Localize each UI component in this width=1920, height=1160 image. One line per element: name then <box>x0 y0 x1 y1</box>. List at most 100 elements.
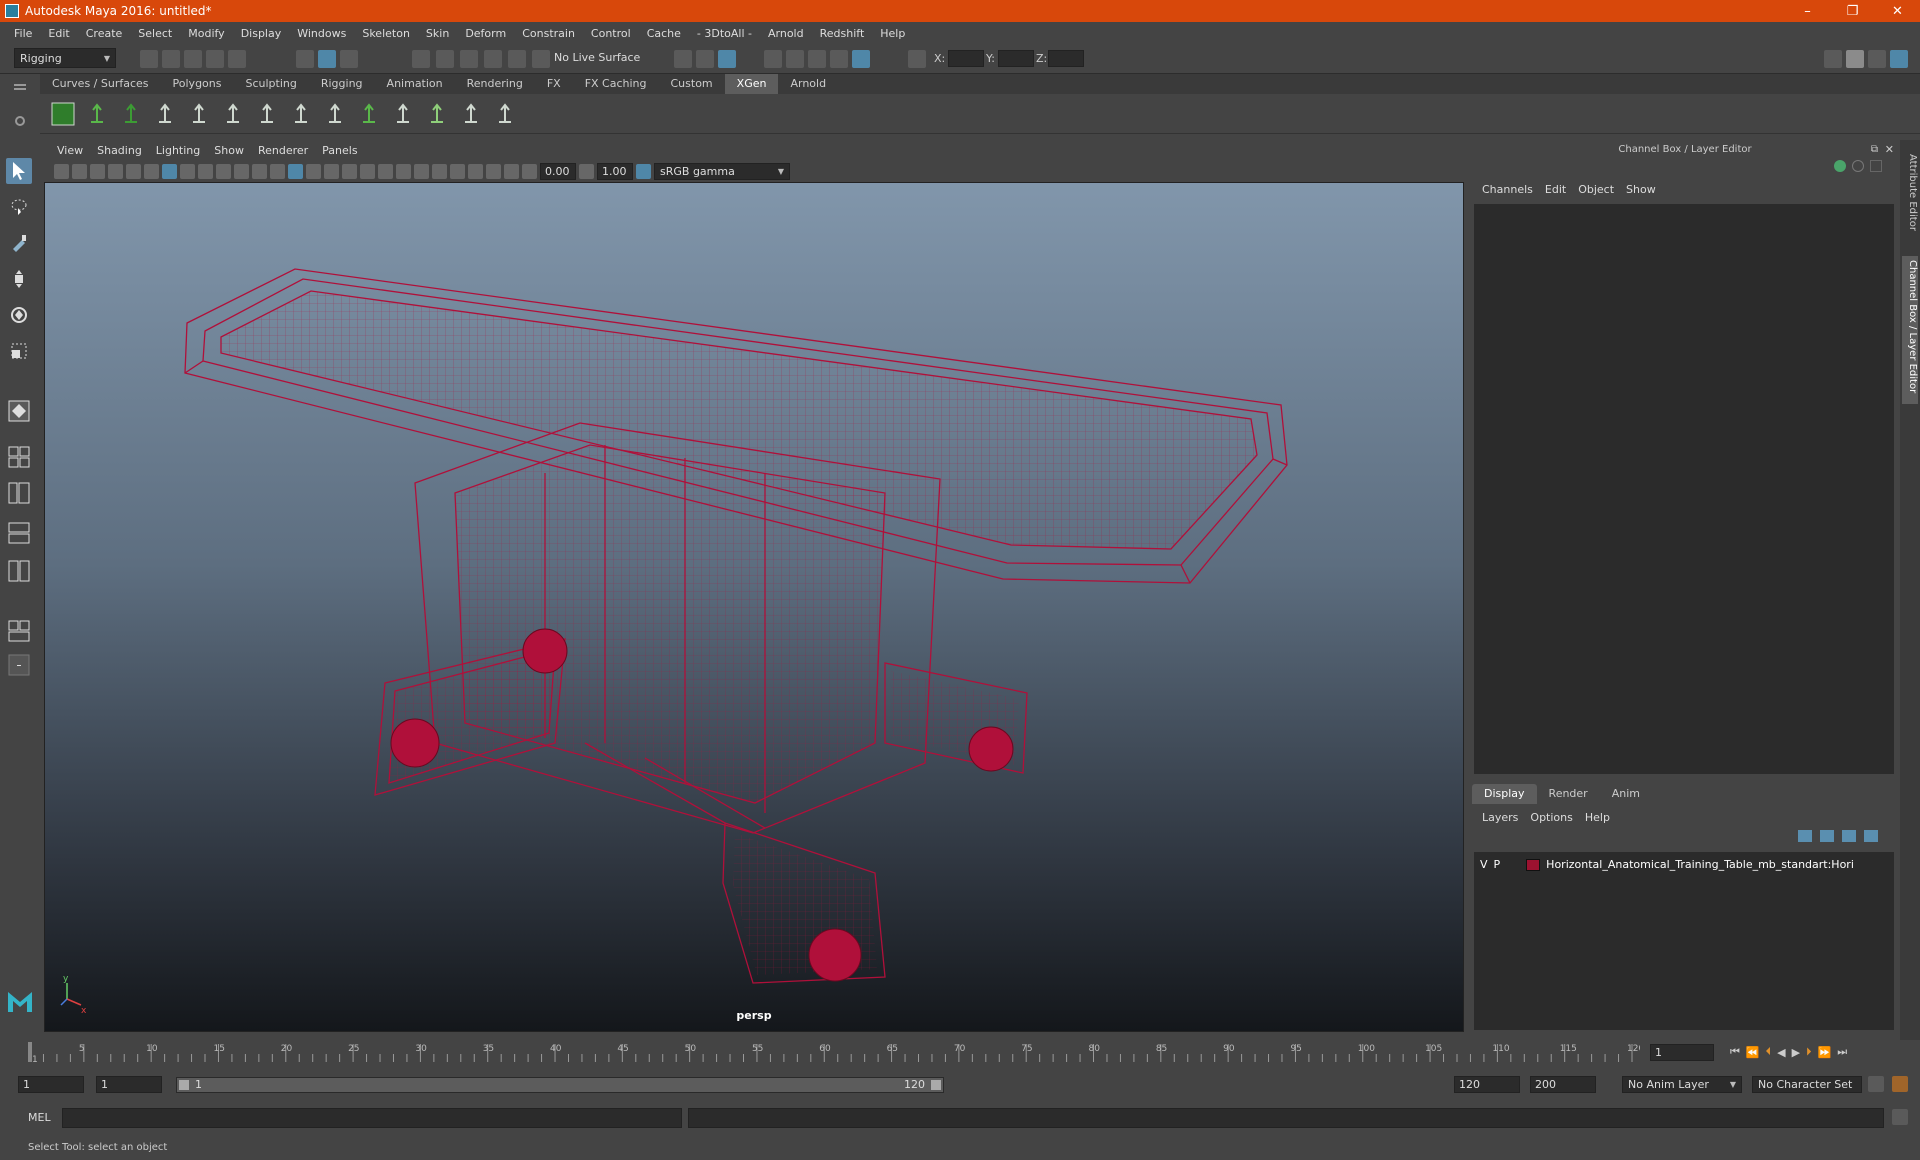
play-forwards-icon[interactable]: ▶ <box>1792 1046 1800 1059</box>
snap-point-icon[interactable] <box>460 50 478 68</box>
viewport-menu-renderer[interactable]: Renderer <box>251 144 315 157</box>
restore-button[interactable]: ❐ <box>1830 4 1875 19</box>
play-backwards-icon[interactable]: ◀ <box>1777 1046 1785 1059</box>
hud-icon[interactable] <box>486 163 501 179</box>
shelf-tab-fx-caching[interactable]: FX Caching <box>573 74 659 94</box>
select-tool[interactable] <box>6 158 32 184</box>
render-settings-icon[interactable] <box>830 50 848 68</box>
exposure-field[interactable]: 0.00 <box>540 162 576 180</box>
menu-deform[interactable]: Deform <box>457 27 514 40</box>
menu-display[interactable]: Display <box>233 27 290 40</box>
grease-pencil-icon[interactable] <box>144 163 159 179</box>
output-ops-icon[interactable] <box>696 50 714 68</box>
range-slider[interactable]: 1 120 <box>176 1077 944 1093</box>
paint-select-tool[interactable] <box>6 230 32 256</box>
go-to-end-icon[interactable]: ⏭ <box>1837 1045 1847 1059</box>
scale-tool[interactable] <box>6 338 32 364</box>
snap-curve-icon[interactable] <box>436 50 454 68</box>
shelf-tab-sculpting[interactable]: Sculpting <box>233 74 308 94</box>
snap-vertex-icon[interactable] <box>532 50 550 68</box>
xgen-description-icon[interactable] <box>118 101 144 127</box>
persp-graph-layout[interactable] <box>6 520 32 546</box>
range-start-handle[interactable] <box>179 1080 189 1090</box>
viewport-menu-panels[interactable]: Panels <box>315 144 364 157</box>
menu-edit[interactable]: Edit <box>40 27 77 40</box>
shelf-tab-polygons[interactable]: Polygons <box>161 74 234 94</box>
menu-constrain[interactable]: Constrain <box>514 27 583 40</box>
hierarchy-mode-icon[interactable] <box>296 50 314 68</box>
layer-tab-anim[interactable]: Anim <box>1600 784 1652 804</box>
menu-skin[interactable]: Skin <box>418 27 457 40</box>
maya-home-button[interactable] <box>6 988 32 1014</box>
gamma-icon[interactable] <box>579 163 594 179</box>
minimize-button[interactable]: – <box>1785 4 1830 19</box>
groom-icon[interactable] <box>390 101 416 127</box>
menu-create[interactable]: Create <box>78 27 131 40</box>
menu-modify[interactable]: Modify <box>180 27 232 40</box>
append-guide-icon[interactable] <box>186 101 212 127</box>
grid-icon[interactable] <box>162 163 177 179</box>
menu-select[interactable]: Select <box>130 27 180 40</box>
wireframe-icon[interactable] <box>288 163 303 179</box>
range-end-handle[interactable] <box>931 1080 941 1090</box>
channel-box-menu-channels[interactable]: Channels <box>1476 183 1539 196</box>
input-ops-icon[interactable] <box>674 50 692 68</box>
playback-start-field[interactable]: 1 <box>96 1076 162 1093</box>
character-set-dropdown[interactable]: No Character Set <box>1752 1076 1862 1093</box>
bookmark-icon[interactable] <box>90 163 105 179</box>
layer-menu-layers[interactable]: Layers <box>1476 808 1524 828</box>
film-gate-icon[interactable] <box>180 163 195 179</box>
xray-joints-icon[interactable] <box>414 163 429 179</box>
2d-pan-zoom-icon[interactable] <box>126 163 141 179</box>
rotate-tool[interactable] <box>6 302 32 328</box>
menu-windows[interactable]: Windows <box>289 27 354 40</box>
open-scene-icon[interactable] <box>162 50 180 68</box>
command-input[interactable] <box>62 1108 682 1128</box>
object-mode-icon[interactable] <box>318 50 336 68</box>
use-all-lights-icon[interactable] <box>360 163 375 179</box>
layer-row[interactable]: V P Horizontal_Anatomical_Training_Table_m… <box>1480 858 1854 871</box>
menu-arnold[interactable]: Arnold <box>760 27 812 40</box>
more-layouts[interactable] <box>6 652 32 678</box>
xgen-editor-icon[interactable] <box>50 101 76 127</box>
new-layer-from-selected-icon[interactable] <box>1864 830 1878 842</box>
render-view-icon[interactable] <box>764 50 782 68</box>
current-frame-field[interactable]: 1 <box>1650 1043 1714 1061</box>
persp-outliner-layout[interactable] <box>6 480 32 506</box>
end-time-field[interactable]: 200 <box>1530 1076 1596 1093</box>
step-back-key-icon[interactable]: ⏪ <box>1746 1046 1760 1059</box>
shelf-tab-custom[interactable]: Custom <box>659 74 725 94</box>
add-guide-icon[interactable] <box>152 101 178 127</box>
safe-action-icon[interactable] <box>252 163 267 179</box>
menu-file[interactable]: File <box>6 27 40 40</box>
new-layer-icon[interactable] <box>1842 830 1856 842</box>
transform-constraint-icon[interactable] <box>908 50 926 68</box>
clumping-icon[interactable] <box>424 101 450 127</box>
step-back-frame-icon[interactable]: ⏴ <box>1766 1045 1772 1059</box>
shelf-tab-rendering[interactable]: Rendering <box>455 74 535 94</box>
exposure-icon[interactable] <box>522 163 537 179</box>
gate-mask-icon[interactable] <box>216 163 231 179</box>
channel-box-menu-show[interactable]: Show <box>1620 183 1662 196</box>
xray-icon[interactable] <box>396 163 411 179</box>
layer-visibility-toggle[interactable]: V <box>1480 858 1488 871</box>
menu-redshift[interactable]: Redshift <box>812 27 873 40</box>
ipr-render-icon[interactable] <box>808 50 826 68</box>
layer-menu-options[interactable]: Options <box>1524 808 1578 828</box>
resolution-gate-icon[interactable] <box>198 163 213 179</box>
playback-end-field[interactable]: 120 <box>1454 1076 1520 1093</box>
go-to-start-icon[interactable]: ⏮ <box>1730 1045 1740 1059</box>
isolate-select-icon[interactable] <box>468 163 483 179</box>
script-editor-icon[interactable] <box>1892 1109 1908 1125</box>
preferences-icon[interactable] <box>1892 1076 1908 1092</box>
menu-set-dropdown[interactable]: Rigging ▼ <box>14 48 116 68</box>
image-plane-icon[interactable] <box>108 163 123 179</box>
smooth-shade-icon[interactable] <box>306 163 321 179</box>
component-mode-icon[interactable] <box>340 50 358 68</box>
wireframe-on-shaded-icon[interactable] <box>324 163 339 179</box>
shelf-tab-animation[interactable]: Animation <box>375 74 455 94</box>
redo-icon[interactable] <box>228 50 246 68</box>
attribute-editor-toggle-icon[interactable] <box>1846 50 1864 68</box>
step-forward-frame-icon[interactable]: ⏵ <box>1806 1045 1812 1059</box>
start-time-field[interactable]: 1 <box>18 1076 84 1093</box>
